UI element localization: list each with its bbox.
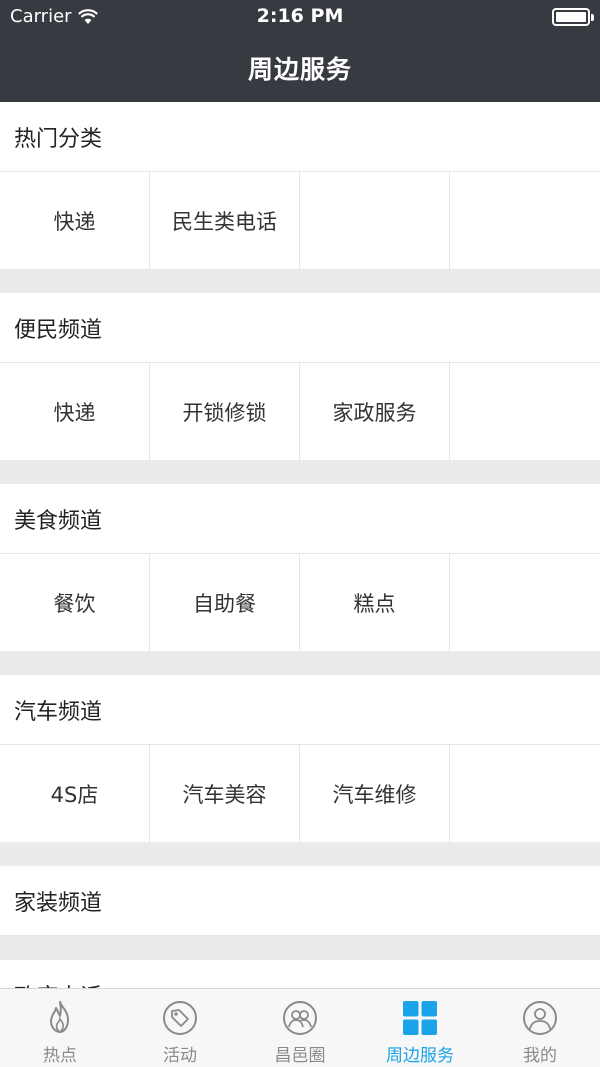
section-convenience: 便民频道 快递 开锁修锁 家政服务: [0, 293, 600, 460]
section-separator: [0, 842, 600, 866]
content-list[interactable]: 热门分类 快递 民生类电话 便民频道 快递 开锁修锁 家政服务 美食频道 餐饮 …: [0, 102, 600, 988]
status-bar: Carrier 2:16 PM: [0, 0, 600, 34]
section-hot-categories: 热门分类 快递 民生类电话: [0, 102, 600, 269]
category-grid: 快递 开锁修锁 家政服务: [0, 363, 600, 460]
people-icon: [283, 1001, 317, 1035]
section-food: 美食频道 餐饮 自助餐 糕点: [0, 484, 600, 651]
section-separator: [0, 651, 600, 675]
category-grid: 4S店 汽车美容 汽车维修: [0, 745, 600, 842]
section-home-decor: 家装频道: [0, 866, 600, 936]
category-cell-empty: [450, 745, 600, 842]
section-title: 政府电话: [0, 960, 600, 988]
tab-label: 昌邑圈: [274, 1046, 326, 1066]
category-cell-empty: [300, 172, 450, 269]
tab-bar: 热点 活动 昌邑圈 周边服务 我的: [0, 988, 600, 1067]
section-separator: [0, 460, 600, 484]
flame-icon: [50, 1001, 69, 1034]
category-cell[interactable]: 4S店: [0, 745, 150, 842]
clock: 2:16 PM: [256, 5, 344, 27]
category-cell[interactable]: 糕点: [300, 554, 450, 651]
section-government: 政府电话: [0, 960, 600, 988]
tab-label: 周边服务: [386, 1046, 454, 1066]
category-cell-empty: [450, 363, 600, 460]
category-cell[interactable]: 家政服务: [300, 363, 450, 460]
section-title: 汽车频道: [0, 675, 600, 745]
category-cell[interactable]: 民生类电话: [150, 172, 300, 269]
category-cell-empty: [450, 554, 600, 651]
tag-icon: [163, 1001, 197, 1035]
category-cell[interactable]: 汽车维修: [300, 745, 450, 842]
tab-label: 我的: [523, 1046, 557, 1066]
section-title: 热门分类: [0, 102, 600, 172]
category-cell[interactable]: 快递: [0, 172, 150, 269]
tab-label: 热点: [43, 1046, 77, 1066]
page-title: 周边服务: [247, 55, 352, 84]
battery-icon: [552, 8, 594, 26]
section-separator: [0, 936, 600, 960]
tab-hot[interactable]: 热点: [0, 989, 120, 1067]
category-cell[interactable]: 餐饮: [0, 554, 150, 651]
category-cell[interactable]: 自助餐: [150, 554, 300, 651]
tab-label: 活动: [163, 1046, 197, 1066]
nav-bar: 周边服务: [0, 34, 600, 102]
section-title: 便民频道: [0, 293, 600, 363]
tab-activity[interactable]: 活动: [120, 989, 240, 1067]
category-cell[interactable]: 汽车美容: [150, 745, 300, 842]
section-auto: 汽车频道 4S店 汽车美容 汽车维修: [0, 675, 600, 842]
category-grid: 餐饮 自助餐 糕点: [0, 554, 600, 651]
category-cell[interactable]: 快递: [0, 363, 150, 460]
category-cell[interactable]: 开锁修锁: [150, 363, 300, 460]
tab-mine[interactable]: 我的: [480, 989, 600, 1067]
section-separator: [0, 269, 600, 293]
section-title: 家装频道: [0, 866, 600, 936]
grid-icon: [403, 1001, 437, 1035]
category-cell-empty: [450, 172, 600, 269]
category-grid: 快递 民生类电话: [0, 172, 600, 269]
tab-nearby-services[interactable]: 周边服务: [360, 989, 480, 1067]
tab-circle[interactable]: 昌邑圈: [240, 989, 360, 1067]
profile-icon: [523, 1001, 557, 1035]
section-title: 美食频道: [0, 484, 600, 554]
